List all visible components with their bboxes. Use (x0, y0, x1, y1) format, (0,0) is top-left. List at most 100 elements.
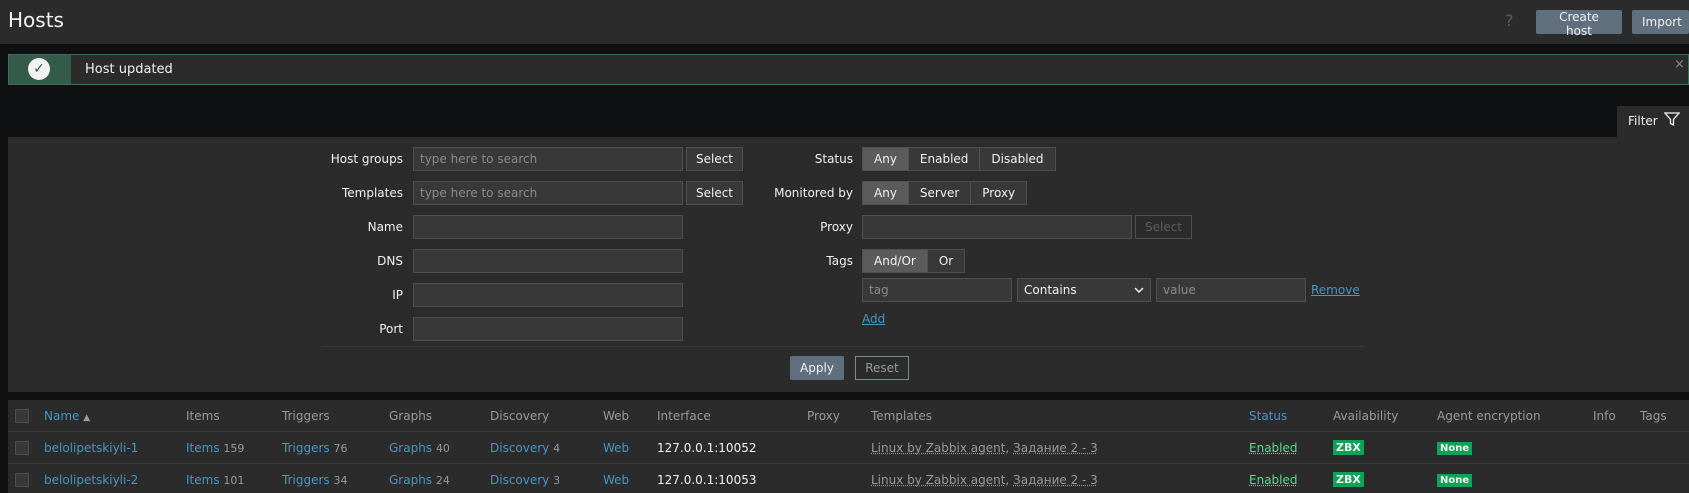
row-checkbox[interactable] (15, 441, 29, 455)
proxy-label: Proxy (820, 220, 853, 234)
tags-label: Tags (826, 254, 853, 268)
tag-operator-value: Contains (1024, 283, 1077, 297)
tag-name-input[interactable]: tag (862, 278, 1012, 302)
web-link[interactable]: Web (603, 473, 629, 487)
triggers-cell: Triggers 76 (282, 441, 347, 455)
funnel-icon (1664, 112, 1680, 127)
tags-evaltype-toggle: And/Or Or (862, 249, 966, 273)
select-all-checkbox[interactable] (15, 409, 29, 423)
column-status-header[interactable]: Status (1249, 409, 1287, 423)
status-enabled-link[interactable]: Enabled (1249, 473, 1298, 487)
availability-cell: ZBX (1333, 472, 1364, 487)
column-encryption-header: Agent encryption (1437, 409, 1541, 423)
encryption-none-badge: None (1437, 442, 1473, 455)
chevron-down-icon (1134, 287, 1144, 294)
reset-button[interactable]: Reset (855, 356, 909, 380)
filter-divider (322, 346, 1364, 347)
items-link[interactable]: Items (186, 473, 220, 487)
ip-input[interactable] (413, 283, 683, 307)
monitored-any-option[interactable]: Any (863, 182, 908, 204)
host-name-link[interactable]: belolipetskiyli-1 (44, 441, 138, 455)
filter-tab[interactable]: Filter (1617, 106, 1689, 137)
items-link[interactable]: Items (186, 441, 220, 455)
column-name-header[interactable]: Name ▲ (44, 409, 90, 423)
close-icon[interactable]: × (1674, 57, 1685, 72)
discovery-link[interactable]: Discovery (490, 441, 549, 455)
discovery-count: 4 (553, 442, 561, 455)
items-count: 101 (223, 474, 245, 487)
host-groups-input[interactable]: type here to search (413, 147, 683, 171)
graphs-count: 40 (435, 442, 450, 455)
row-checkbox[interactable] (15, 473, 29, 487)
host-name-link[interactable]: belolipetskiyli-2 (44, 473, 138, 487)
success-message: ✓ Host updated × (8, 54, 1689, 85)
monitored-server-option[interactable]: Server (907, 182, 971, 204)
host-groups-label: Host groups (330, 152, 403, 166)
ip-label: IP (392, 288, 403, 302)
status-disabled-option[interactable]: Disabled (979, 148, 1055, 170)
help-icon[interactable]: ? (1505, 11, 1514, 30)
template-link[interactable]: Задание 2 - 3 (1013, 441, 1098, 455)
monitored-by-label: Monitored by (774, 186, 853, 200)
encryption-none-badge: None (1437, 474, 1473, 487)
triggers-link[interactable]: Triggers (282, 441, 330, 455)
tag-value-input[interactable]: value (1156, 278, 1306, 302)
template-link[interactable]: Linux by Zabbix agent (871, 441, 1005, 455)
column-templates-header: Templates (871, 409, 933, 423)
message-icon-box: ✓ (9, 55, 71, 84)
template-link[interactable]: Linux by Zabbix agent (871, 473, 1005, 487)
port-label: Port (379, 322, 403, 336)
graphs-link[interactable]: Graphs (389, 473, 432, 487)
tag-remove-link[interactable]: Remove (1311, 283, 1360, 297)
name-input[interactable] (413, 215, 683, 239)
table-row: belolipetskiyli-1 Items 159 Triggers 76 … (8, 432, 1689, 463)
proxy-select-button[interactable]: Select (1135, 215, 1192, 239)
templates-label: Templates (341, 186, 403, 200)
dns-input[interactable] (413, 249, 683, 273)
name-label: Name (367, 220, 403, 234)
triggers-link[interactable]: Triggers (282, 473, 330, 487)
tags-or-option[interactable]: Or (926, 250, 965, 272)
status-label: Status (814, 152, 853, 166)
status-any-option[interactable]: Any (863, 148, 908, 170)
status-enabled-option[interactable]: Enabled (907, 148, 980, 170)
dns-label: DNS (377, 254, 403, 268)
port-input[interactable] (413, 317, 683, 341)
web-link[interactable]: Web (603, 441, 629, 455)
templates-input[interactable]: type here to search (413, 181, 683, 205)
monitored-proxy-option[interactable]: Proxy (970, 182, 1027, 204)
discovery-link[interactable]: Discovery (490, 473, 549, 487)
table-row: belolipetskiyli-2 Items 101 Triggers 34 … (8, 464, 1689, 493)
import-button[interactable]: Import (1632, 10, 1689, 34)
graphs-count: 24 (435, 474, 450, 487)
template-link[interactable]: Задание 2 - 3 (1013, 473, 1098, 487)
triggers-count: 76 (333, 442, 348, 455)
items-count: 159 (223, 442, 245, 455)
filter-tab-label: Filter (1628, 114, 1658, 128)
items-cell: Items 101 (186, 473, 244, 487)
tags-andor-option[interactable]: And/Or (863, 250, 927, 272)
tag-operator-select[interactable]: Contains (1017, 278, 1151, 302)
sort-ascending-icon: ▲ (83, 413, 91, 423)
page-header: Hosts ? Create host Import (0, 0, 1689, 44)
column-web-header: Web (603, 409, 630, 423)
proxy-input[interactable] (862, 215, 1132, 239)
tag-add-link[interactable]: Add (862, 312, 885, 326)
triggers-cell: Triggers 34 (282, 473, 347, 487)
interface-cell: 127.0.0.1:10053 (657, 473, 757, 487)
discovery-cell: Discovery 3 (490, 473, 560, 487)
status-enabled-link[interactable]: Enabled (1249, 441, 1298, 455)
column-triggers-header: Triggers (282, 409, 330, 423)
templates-cell: Linux by Zabbix agent, Задание 2 - 3 (871, 441, 1098, 455)
triggers-count: 34 (333, 474, 348, 487)
column-info-header: Info (1593, 409, 1616, 423)
graphs-cell: Graphs 24 (389, 473, 450, 487)
hosts-table: Name ▲ Items Triggers Graphs Discovery W… (8, 400, 1689, 493)
create-host-button[interactable]: Create host (1536, 10, 1622, 38)
apply-button[interactable]: Apply (790, 356, 844, 380)
page-title: Hosts (8, 8, 64, 32)
graphs-link[interactable]: Graphs (389, 441, 432, 455)
zbx-availability-badge[interactable]: ZBX (1333, 472, 1364, 487)
zbx-availability-badge[interactable]: ZBX (1333, 440, 1364, 455)
column-graphs-header: Graphs (389, 409, 433, 423)
